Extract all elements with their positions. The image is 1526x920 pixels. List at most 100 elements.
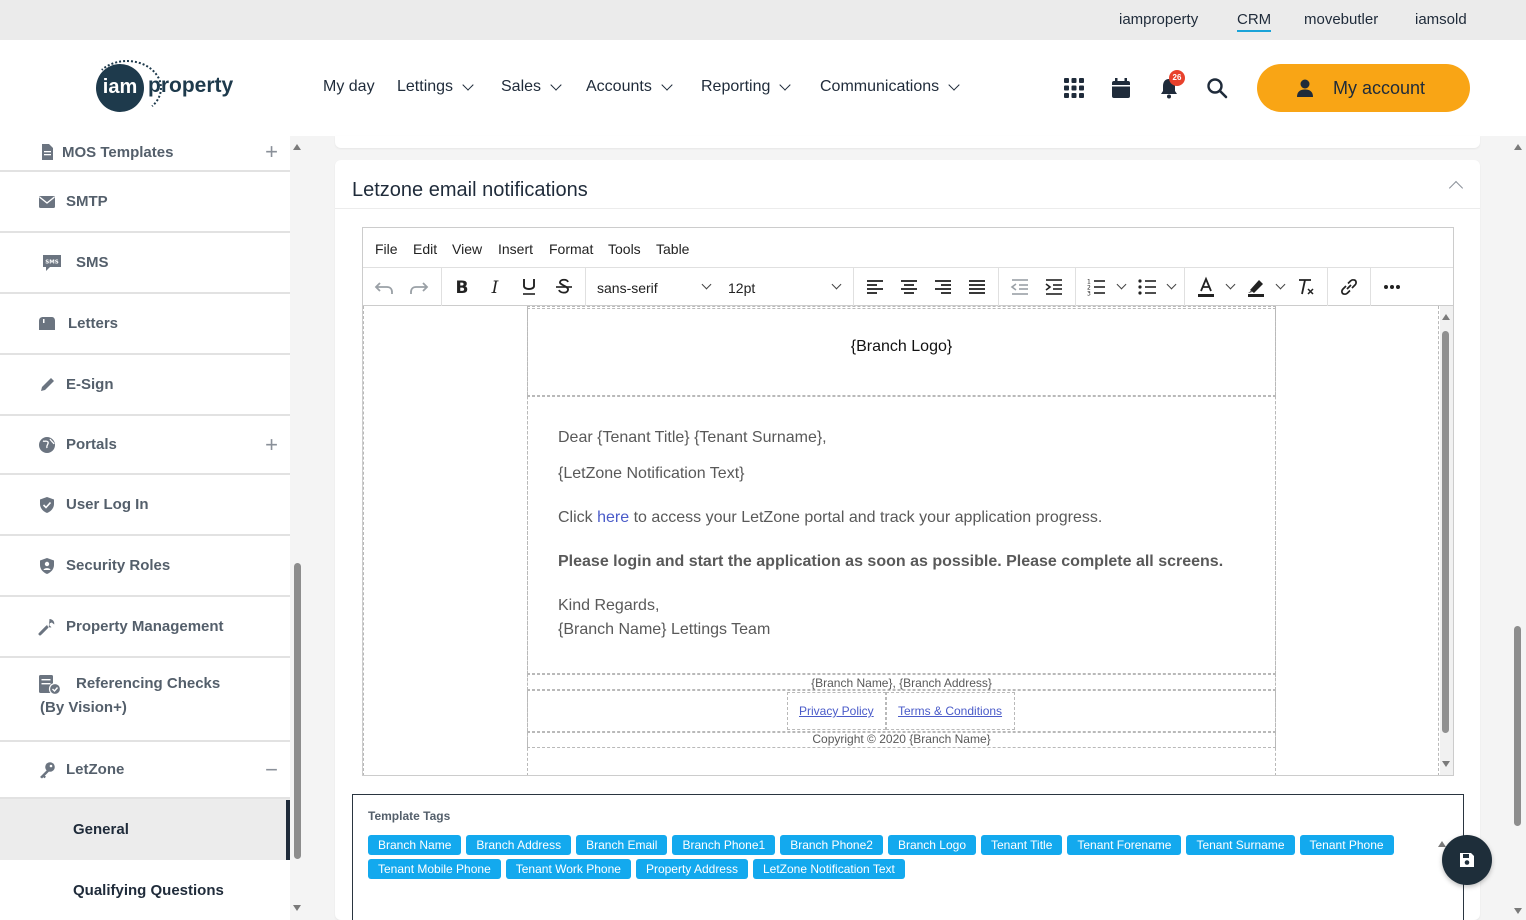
page-scroll-down-icon[interactable] [1514, 908, 1522, 914]
sidebar-scroll-up-icon[interactable] [293, 144, 301, 150]
sidebar-item-letters[interactable]: Letters [0, 294, 290, 355]
sidebar-item-property-management[interactable]: Property Management [0, 597, 290, 658]
sidebar-item-smtp[interactable]: SMTP [0, 172, 290, 233]
template-tag[interactable]: Tenant Forename [1067, 835, 1182, 855]
active-indicator [286, 800, 290, 860]
template-tag[interactable]: Branch Email [576, 835, 668, 855]
outdent-icon[interactable] [1008, 275, 1032, 299]
menu-file[interactable]: File [375, 241, 398, 257]
template-tag[interactable]: Tenant Title [981, 835, 1063, 855]
font-family-select[interactable]: sans-serif [597, 280, 658, 296]
nav-communications[interactable]: Communications [820, 78, 960, 96]
product-link-movebutler[interactable]: movebutler [1304, 11, 1378, 28]
nav-my-day[interactable]: My day [323, 78, 375, 96]
clear-formatting-icon[interactable] [1294, 275, 1318, 299]
expand-plus-icon[interactable]: + [265, 432, 278, 458]
sidebar-item-label: Property Management [66, 618, 224, 635]
sidebar-item-user-log-in[interactable]: User Log In [0, 475, 290, 536]
chevron-down-icon[interactable] [831, 279, 842, 290]
chevron-down-icon[interactable] [701, 279, 712, 290]
template-tag[interactable]: Branch Phone1 [672, 835, 776, 855]
font-size-select[interactable]: 12pt [728, 280, 755, 296]
template-tag[interactable]: Tenant Mobile Phone [368, 859, 501, 879]
sidebar-item-security-roles[interactable]: Security Roles [0, 536, 290, 597]
template-tag[interactable]: Tenant Work Phone [505, 859, 631, 879]
indent-icon[interactable] [1042, 275, 1066, 299]
menu-insert[interactable]: Insert [498, 241, 533, 257]
chevron-down-icon[interactable] [1225, 279, 1236, 290]
my-account-button[interactable]: My account [1257, 64, 1470, 112]
nav-lettings[interactable]: Lettings [397, 78, 474, 96]
sidebar-item-letzone[interactable]: LetZone − [0, 742, 290, 799]
sidebar-item-referencing-checks[interactable]: Referencing Checks (By Vision+) [0, 658, 290, 742]
collapse-minus-icon[interactable]: − [265, 757, 278, 783]
more-options-icon[interactable] [1380, 275, 1404, 299]
nav-accounts[interactable]: Accounts [586, 78, 673, 96]
product-link-iamsold[interactable]: iamsold [1415, 11, 1467, 28]
template-tag[interactable]: Tenant Surname [1186, 835, 1295, 855]
template-tag[interactable]: Property Address [635, 859, 748, 879]
sidebar-item-sms[interactable]: SMS SMS [0, 233, 290, 294]
italic-icon[interactable]: I [483, 275, 507, 299]
panel-title: Letzone email notifications [352, 179, 588, 201]
template-tag[interactable]: Branch Phone2 [780, 835, 883, 855]
undo-icon[interactable] [372, 275, 396, 299]
sidebar-subitem-general[interactable]: General [0, 799, 290, 860]
menu-tools[interactable]: Tools [608, 241, 641, 257]
redo-icon[interactable] [407, 275, 431, 299]
editor-scroll-down-icon[interactable] [1442, 761, 1450, 767]
search-icon[interactable] [1206, 77, 1228, 99]
sidebar-subitem-qualifying-questions[interactable]: Qualifying Questions [0, 860, 290, 920]
align-right-icon[interactable] [931, 275, 955, 299]
save-button[interactable] [1442, 835, 1492, 885]
product-link-iamproperty[interactable]: iamproperty [1119, 11, 1198, 28]
page-scrollbar-thumb[interactable] [1514, 626, 1521, 826]
nav-sales[interactable]: Sales [501, 78, 562, 96]
menu-edit[interactable]: Edit [413, 241, 437, 257]
strikethrough-icon[interactable] [552, 275, 576, 299]
bold-icon[interactable]: B [450, 275, 474, 299]
template-tag[interactable]: Branch Address [466, 835, 572, 855]
align-justify-icon[interactable] [965, 275, 989, 299]
click-suffix: to access your LetZone portal and track … [629, 509, 1103, 526]
editor-scroll-up-icon[interactable] [1442, 314, 1450, 320]
sidebar-scroll-down-icon[interactable] [293, 905, 301, 911]
sidebar-item-mos-templates[interactable]: MOS Templates + [0, 136, 290, 172]
toolbar-separator [1184, 268, 1185, 306]
bullet-list-icon[interactable] [1135, 275, 1159, 299]
sidebar-item-e-sign[interactable]: E-Sign [0, 355, 290, 416]
here-link[interactable]: here [597, 509, 629, 526]
calendar-icon[interactable] [1110, 77, 1132, 99]
iamproperty-logo[interactable]: iam property [92, 60, 233, 116]
editor-scrollbar-thumb[interactable] [1442, 331, 1449, 733]
template-tag[interactable]: LetZone Notification Text [752, 859, 905, 879]
align-left-icon[interactable] [863, 275, 887, 299]
menu-table[interactable]: Table [656, 241, 689, 257]
sidebar-item-portals[interactable]: Portals + [0, 416, 290, 475]
settings-sidebar: MOS Templates + SMTP SMS SMS Letters E-S… [0, 136, 290, 920]
underline-icon[interactable] [517, 275, 541, 299]
template-tag[interactable]: Tenant Phone [1299, 835, 1394, 855]
chevron-up-icon[interactable] [1448, 180, 1464, 196]
chevron-down-icon[interactable] [1275, 279, 1286, 290]
expand-plus-icon[interactable]: + [265, 139, 278, 165]
numbered-list-icon[interactable]: 123 [1084, 275, 1108, 299]
align-center-icon[interactable] [897, 275, 921, 299]
apps-grid-icon[interactable] [1063, 77, 1085, 99]
terms-conditions-link[interactable]: Terms & Conditions [898, 704, 1002, 718]
template-tag[interactable]: Branch Logo [887, 835, 976, 855]
privacy-policy-link[interactable]: Privacy Policy [799, 704, 874, 718]
product-link-crm[interactable]: CRM [1237, 11, 1272, 32]
sidebar-scrollbar-thumb[interactable] [294, 563, 301, 859]
link-icon[interactable] [1337, 275, 1361, 299]
nav-reporting[interactable]: Reporting [701, 78, 792, 96]
chevron-down-icon[interactable] [1116, 279, 1127, 290]
highlight-color-icon[interactable] [1244, 275, 1268, 299]
page-scroll-up-icon[interactable] [1514, 144, 1522, 150]
menu-view[interactable]: View [452, 241, 482, 257]
chevron-down-icon[interactable] [1166, 279, 1177, 290]
menu-format[interactable]: Format [549, 241, 593, 257]
template-tag[interactable]: Branch Name [368, 835, 462, 855]
text-color-icon[interactable] [1194, 275, 1218, 299]
editor-document-area[interactable]: {Branch Logo} Dear {Tenant Title} {Tenan… [363, 306, 1439, 775]
